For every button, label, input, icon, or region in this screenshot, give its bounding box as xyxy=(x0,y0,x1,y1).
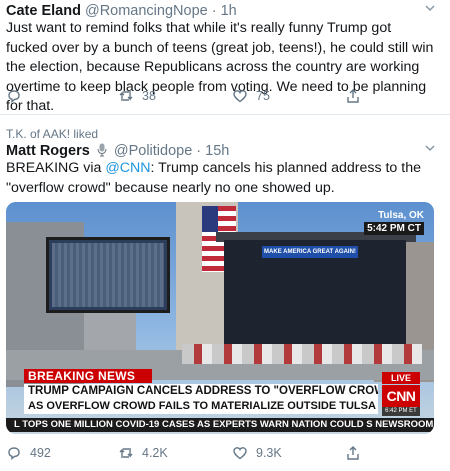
cnn-logo: CNN xyxy=(382,385,420,407)
chevron-down-icon[interactable] xyxy=(424,142,436,154)
separator-dot: · xyxy=(211,3,217,19)
like-count: 9.3K xyxy=(256,446,282,460)
reply-button[interactable]: 492 xyxy=(6,445,51,461)
tweet-header: Cate Eland @RomancingNope · 1h xyxy=(6,3,237,19)
author-handle[interactable]: @RomancingNope xyxy=(85,3,208,19)
reply-count: 492 xyxy=(30,446,51,460)
stage-banner: MAKE AMERICA GREAT AGAIN! xyxy=(262,246,358,258)
tweet-text: BREAKING via @CNN: Trump cancels his pla… xyxy=(6,159,434,198)
retweet-count: 38 xyxy=(142,89,156,103)
news-ticker: L TOPS ONE MILLION COVID-19 CASES AS EXP… xyxy=(6,418,434,432)
share-button[interactable] xyxy=(345,88,361,104)
jumbotron-screen xyxy=(46,237,170,313)
tweet-text-prefix: BREAKING via xyxy=(6,160,106,176)
retweet-icon xyxy=(119,448,133,458)
mention-link[interactable]: @CNN xyxy=(105,160,150,176)
chyron-headline-line2: AS OVERFLOW CROWD FAILS TO MATERIALIZE O… xyxy=(24,399,378,414)
tweet-cate-eland[interactable]: Cate Eland @RomancingNope · 1h Just want… xyxy=(0,0,450,114)
location-time: 5:42 PM CT xyxy=(364,222,424,235)
reply-button[interactable] xyxy=(6,88,30,104)
ticker-tag: NEWSROOM xyxy=(375,419,434,430)
tweet-timestamp[interactable]: 1h xyxy=(221,3,237,19)
network-clock: 6:42 PM ET xyxy=(382,407,420,416)
separator-dot: · xyxy=(196,143,202,159)
retweet-count: 4.2K xyxy=(142,446,168,460)
author-name[interactable]: Cate Eland xyxy=(6,3,81,19)
tweet-media-image[interactable]: MAKE AMERICA GREAT AGAIN! Tulsa, OK 5:42… xyxy=(6,202,434,434)
flag-canton xyxy=(202,206,218,232)
author-handle[interactable]: @Politidope xyxy=(114,143,192,159)
tweet-divider xyxy=(0,114,450,115)
share-icon xyxy=(347,89,359,103)
chyron-headline-line1: TRUMP CAMPAIGN CANCELS ADDRESS TO "OVERF… xyxy=(24,384,378,399)
tweet-matt-rogers[interactable]: T.K. of AAK! liked Matt Rogers @Politido… xyxy=(0,118,450,471)
chevron-down-icon[interactable] xyxy=(424,2,436,14)
crowd-on-screen xyxy=(52,243,164,307)
tweet-header: Matt Rogers @Politidope · 15h xyxy=(6,143,229,159)
microphone-icon xyxy=(97,143,107,157)
like-button[interactable]: 9.3K xyxy=(232,445,282,461)
tweet-timestamp[interactable]: 15h xyxy=(205,143,229,159)
location-bug: Tulsa, OK 5:42 PM CT xyxy=(364,210,424,235)
retweet-button[interactable]: 38 xyxy=(118,88,156,104)
retweet-button[interactable]: 4.2K xyxy=(118,445,168,461)
outdoor-stage xyxy=(224,240,406,360)
stage-bunting xyxy=(182,344,422,364)
heart-icon xyxy=(233,90,247,103)
reply-icon xyxy=(8,447,20,460)
like-count: 75 xyxy=(256,89,270,103)
social-context[interactable]: T.K. of AAK! liked xyxy=(6,127,98,141)
ticker-text: L TOPS ONE MILLION COVID-19 CASES AS EXP… xyxy=(14,419,373,430)
reply-icon xyxy=(8,90,20,103)
heart-icon xyxy=(233,447,247,460)
share-icon xyxy=(347,446,359,460)
tweet-actions: 38 75 xyxy=(0,88,450,108)
retweet-icon xyxy=(119,91,133,101)
author-name[interactable]: Matt Rogers xyxy=(6,143,90,159)
breaking-news-label: BREAKING NEWS xyxy=(24,369,152,383)
location-city: Tulsa, OK xyxy=(378,210,424,221)
share-button[interactable] xyxy=(345,445,361,461)
like-button[interactable]: 75 xyxy=(232,88,270,104)
tweet-actions: 492 4.2K 9.3K xyxy=(0,445,450,465)
live-badge: LIVE xyxy=(382,372,420,384)
